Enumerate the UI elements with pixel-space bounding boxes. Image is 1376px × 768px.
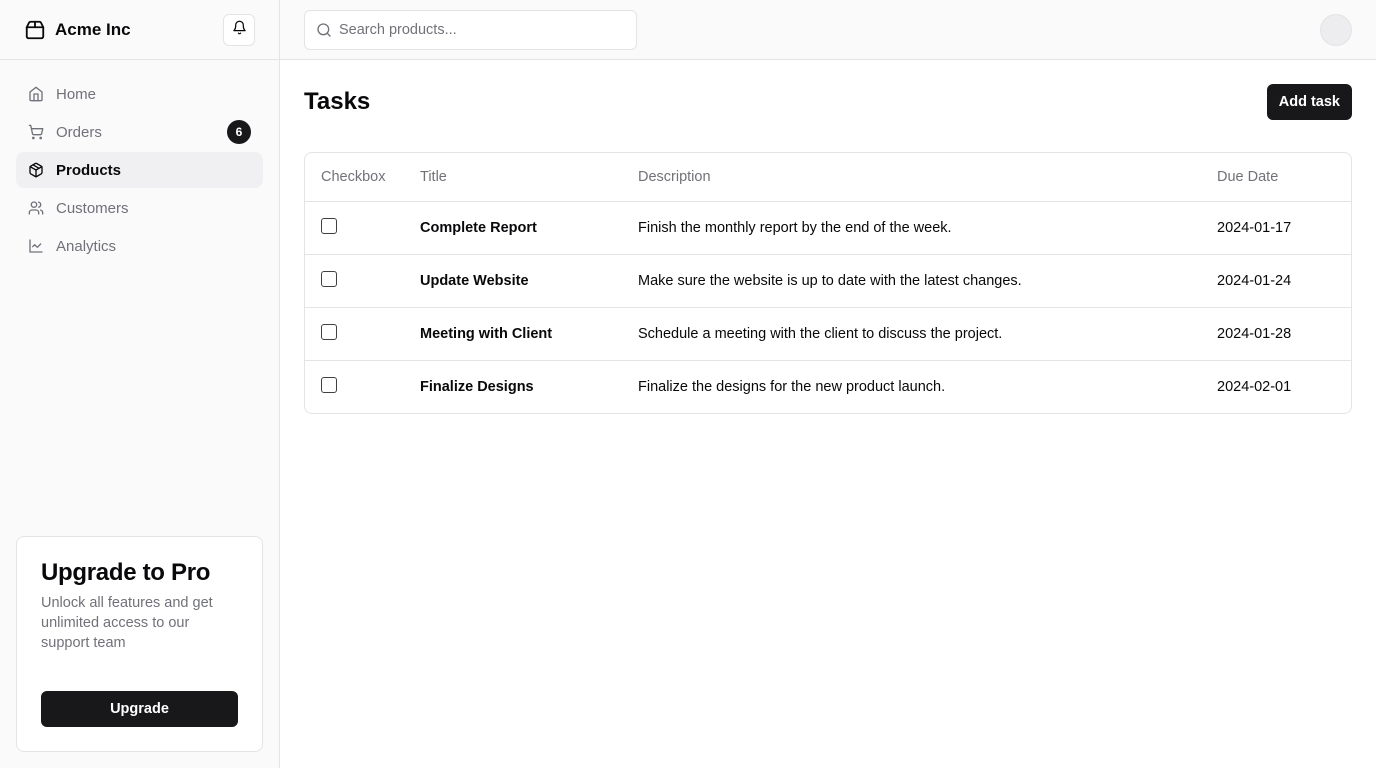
sidebar-item-analytics[interactable]: Analytics bbox=[16, 228, 263, 264]
task-checkbox[interactable] bbox=[321, 323, 337, 340]
table-header-row: Checkbox Title Description Due Date bbox=[305, 153, 1351, 202]
upgrade-button[interactable]: Upgrade bbox=[41, 691, 238, 727]
brand-link[interactable]: Acme Inc bbox=[24, 19, 131, 41]
task-description: Schedule a meeting with the client to di… bbox=[622, 307, 1201, 361]
table-row: Finalize Designs Finalize the designs fo… bbox=[305, 360, 1351, 413]
home-icon bbox=[28, 86, 44, 102]
task-title: Update Website bbox=[404, 254, 622, 308]
sidebar-item-orders[interactable]: Orders 6 bbox=[16, 114, 263, 150]
orders-count-badge: 6 bbox=[227, 120, 251, 144]
search-input[interactable] bbox=[339, 22, 619, 38]
package-icon bbox=[28, 162, 44, 178]
notifications-button[interactable] bbox=[223, 14, 255, 46]
users-icon bbox=[28, 200, 44, 216]
task-checkbox[interactable] bbox=[321, 376, 337, 393]
page-title: Tasks bbox=[304, 88, 371, 115]
sidebar-item-label: Customers bbox=[56, 199, 129, 217]
sidebar-nav: Home Orders 6 Products Customers Analyti… bbox=[0, 60, 279, 264]
task-due-date: 2024-01-17 bbox=[1201, 201, 1351, 255]
column-header-description: Description bbox=[622, 153, 1201, 202]
main-content: Tasks Add task Checkbox Title Descriptio… bbox=[280, 60, 1376, 768]
sidebar-item-products[interactable]: Products bbox=[16, 152, 263, 188]
table-row: Update Website Make sure the website is … bbox=[305, 254, 1351, 308]
task-checkbox[interactable] bbox=[321, 217, 337, 234]
sidebar-item-customers[interactable]: Customers bbox=[16, 190, 263, 226]
task-title: Complete Report bbox=[404, 201, 622, 255]
task-checkbox[interactable] bbox=[321, 270, 337, 287]
task-description: Make sure the website is up to date with… bbox=[622, 254, 1201, 308]
upgrade-title: Upgrade to Pro bbox=[41, 559, 211, 586]
column-header-title: Title bbox=[404, 153, 622, 202]
table-row: Meeting with Client Schedule a meeting w… bbox=[305, 307, 1351, 361]
search-icon bbox=[316, 22, 332, 38]
top-bar bbox=[280, 0, 1376, 60]
user-avatar[interactable] bbox=[1320, 14, 1352, 46]
column-header-due-date: Due Date bbox=[1201, 153, 1351, 202]
tasks-table: Checkbox Title Description Due Date Comp… bbox=[304, 152, 1352, 414]
add-task-button[interactable]: Add task bbox=[1266, 84, 1352, 120]
brand-name: Acme Inc bbox=[55, 19, 131, 39]
task-title: Finalize Designs bbox=[420, 378, 534, 395]
upgrade-description: Unlock all features and get unlimited ac… bbox=[41, 595, 213, 651]
table-row: Complete Report Finish the monthly repor… bbox=[305, 201, 1351, 255]
package-icon bbox=[24, 19, 46, 41]
upgrade-card: Upgrade to Pro Unlock all features and g… bbox=[16, 536, 263, 752]
sidebar-item-label: Products bbox=[56, 161, 122, 179]
sidebar-item-label: Analytics bbox=[56, 237, 117, 255]
task-due-date: 2024-01-28 bbox=[1201, 307, 1351, 361]
line-chart-icon bbox=[28, 238, 44, 254]
sidebar-item-home[interactable]: Home bbox=[16, 76, 263, 112]
task-due-date: 2024-01-24 bbox=[1201, 254, 1351, 308]
task-due-date: 2024-02-01 bbox=[1217, 378, 1292, 395]
cart-icon bbox=[28, 124, 44, 140]
task-description: Finish the monthly report by the end of … bbox=[622, 201, 1201, 255]
sidebar-item-label: Orders bbox=[56, 123, 102, 141]
sidebar-item-label: Home bbox=[56, 85, 97, 103]
task-title: Meeting with Client bbox=[404, 307, 622, 361]
column-header-checkbox: Checkbox bbox=[305, 153, 404, 202]
sidebar: Acme Inc Home Orders 6 Products Customer… bbox=[0, 0, 280, 768]
bell-icon bbox=[232, 20, 247, 40]
brand-bar: Acme Inc bbox=[0, 0, 279, 60]
search-box bbox=[304, 10, 637, 50]
task-description: Finalize the designs for the new product… bbox=[638, 378, 946, 395]
